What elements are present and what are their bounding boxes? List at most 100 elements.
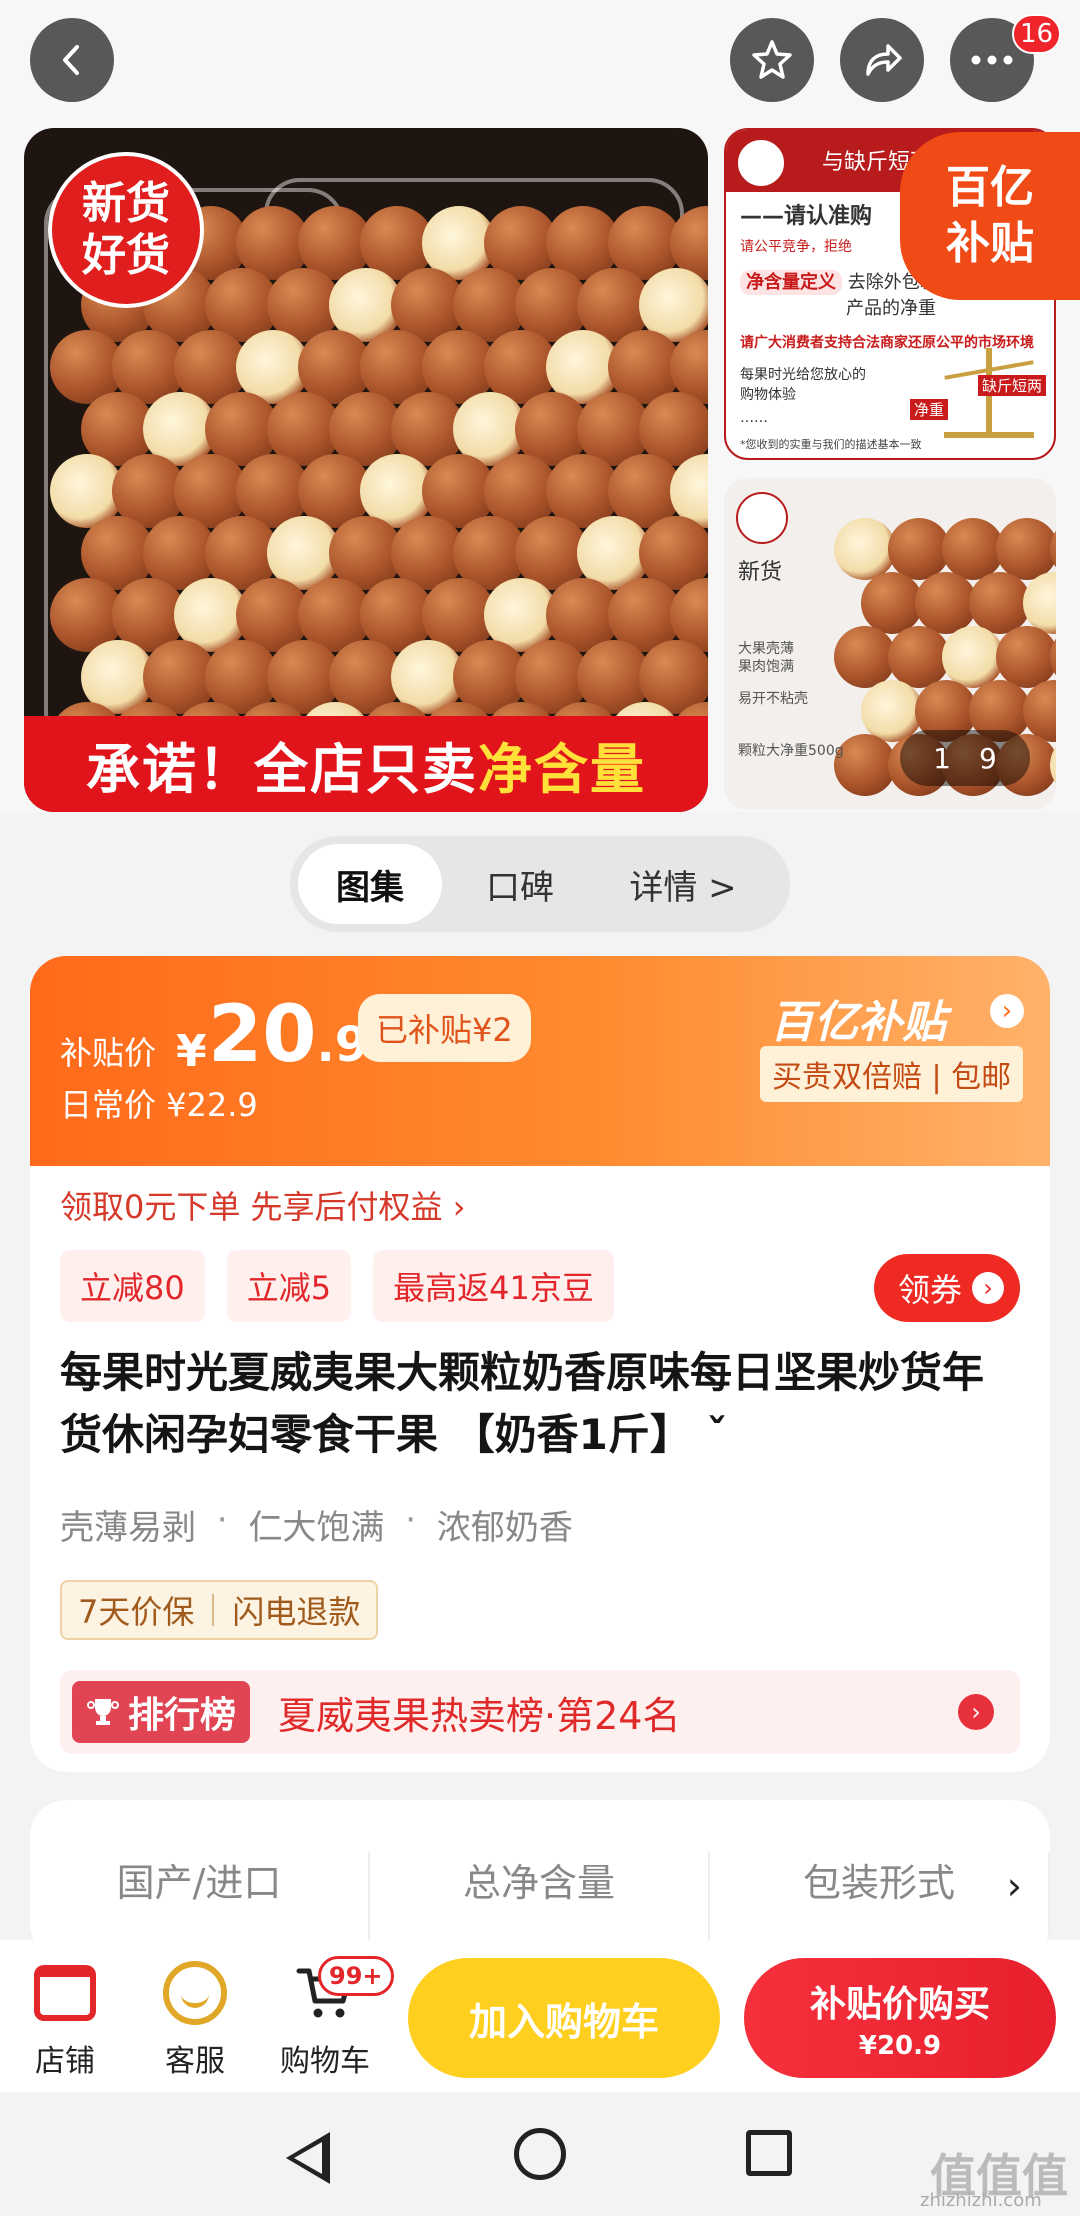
nav-back-icon[interactable]	[286, 2132, 330, 2184]
image-counter: 1 9	[900, 730, 1030, 786]
ranking-banner[interactable]: 排行榜 夏威夷果热卖榜·第24名 ›	[60, 1670, 1020, 1754]
promise-prefix: 承诺！全店只卖	[86, 737, 478, 801]
daily-price: 日常价 ¥22.9	[60, 1086, 258, 1124]
pay-later-link[interactable]: 领取0元下单 先享后付权益 ›	[60, 1182, 466, 1228]
promise-highlight: 净含量	[478, 737, 646, 801]
trophy-icon	[87, 1699, 119, 1725]
cart-count-badge: 99+	[318, 1956, 394, 1996]
macadamia-nut	[1050, 518, 1056, 580]
thumb2-note-1: 大果壳薄	[738, 641, 794, 657]
ranking-text: 夏威夷果热卖榜·第24名	[278, 1693, 681, 1738]
macadamia-nut	[1050, 734, 1056, 796]
scale-label-left: 净重	[910, 399, 949, 420]
tab-details[interactable]: 详情 >	[598, 844, 768, 924]
separator-dot: ·	[394, 1500, 427, 1540]
price-integer: 20	[208, 990, 317, 1080]
message-count-badge: 16	[1012, 14, 1062, 54]
macadamia-nut	[1023, 680, 1056, 742]
macadamia-nut	[996, 626, 1056, 688]
ranking-badge: 排行榜	[72, 1681, 251, 1743]
separator-dot: ·	[206, 1500, 239, 1540]
macadamia-nut	[996, 518, 1056, 580]
thumb2-note-3: 易开不粘壳	[738, 691, 808, 707]
thumb-footnote: *您收到的实重与我们的描述基本一致	[740, 438, 922, 451]
coupon-list: 立减80 立减5 最高返41京豆	[60, 1250, 614, 1322]
macadamia-nut	[1050, 626, 1056, 688]
cart-label: 购物车	[280, 2044, 370, 2079]
macadamia-nut	[834, 626, 896, 688]
coupon-item[interactable]: 立减80	[60, 1250, 205, 1322]
back-button[interactable]	[30, 18, 114, 102]
macadamia-nut	[942, 518, 1004, 580]
bottom-action-bar: 店铺 客服 购物车 99+ 加入购物车 补贴价购买 ¥20.9	[0, 1940, 1080, 2092]
get-coupon-button[interactable]: 领券 ›	[873, 1254, 1020, 1322]
content-tabs: 图集 口碑 详情 >	[290, 836, 790, 932]
macadamia-nut	[861, 572, 923, 634]
star-icon	[752, 40, 792, 79]
store-icon	[34, 1965, 96, 2021]
macadamia-nut	[969, 572, 1031, 634]
product-title[interactable]: 每果时光夏威夷果大颗粒奶香原味每日坚果炒货年货休闲孕妇零食干果 【奶香1斤】 ˇ	[60, 1342, 1020, 1466]
product-info-card: 补贴价 ¥ 20.9 已补贴¥2 日常价 ¥22.9 百亿补贴 › 买贵双倍赔 …	[30, 956, 1050, 1772]
feature-item: 仁大饱满	[248, 1508, 385, 1548]
feature-item: 浓郁奶香	[436, 1508, 573, 1548]
store-label: 店铺	[35, 2044, 95, 2079]
billion-subsidy-tag: 百亿 补贴	[900, 132, 1080, 300]
ranking-badge-label: 排行榜	[128, 1695, 237, 1736]
spec-card[interactable]: 国产/进口 总净含量 包装形式 ›	[30, 1800, 1050, 1960]
thumb2-note-4: 颗粒大净重500g	[738, 743, 844, 759]
nav-home-icon[interactable]	[514, 2128, 566, 2180]
subsidy-price: 20.9	[208, 990, 368, 1080]
scale-label-right: 缺斤短两	[977, 375, 1046, 396]
watermark-url: zhizhizhi.com	[920, 2190, 1042, 2211]
brand-logo	[736, 138, 786, 188]
counter-total: 9	[979, 741, 997, 775]
get-coupon-label: 领券	[897, 1271, 962, 1309]
macadamia-nut	[942, 626, 1004, 688]
guarantee-item: 闪电退款	[232, 1593, 361, 1631]
tab-reviews[interactable]: 口碑	[442, 844, 598, 924]
thumb2-note-2: 果肉饱满	[738, 659, 794, 675]
chevron-right-icon[interactable]: ›	[1007, 1864, 1022, 1908]
feature-list: 壳薄易剥 · 仁大饱满 · 浓郁奶香	[60, 1500, 573, 1549]
service-label: 客服	[165, 2044, 225, 2079]
coupon-item[interactable]: 立减5	[226, 1250, 352, 1322]
subsidy-price-label: 补贴价	[60, 1034, 157, 1072]
macadamia-nut	[1023, 572, 1056, 634]
store-button[interactable]: 店铺	[10, 1958, 120, 2080]
system-navigation-bar	[0, 2092, 1080, 2216]
badge-line-2: 好货	[82, 230, 170, 281]
buy-price: ¥20.9	[858, 2031, 942, 2061]
spec-item-origin: 国产/进口	[30, 1852, 370, 1942]
main-product-image[interactable]: 新货 好货 承诺！全店只卖 净含量	[24, 128, 708, 812]
service-guarantees[interactable]: 7天价保 闪电退款	[60, 1580, 379, 1640]
macadamia-nut	[834, 518, 896, 580]
brand-logo	[736, 492, 788, 544]
thumb-def-tag: 净含量定义	[740, 270, 842, 295]
share-arrow-icon	[866, 44, 902, 76]
customer-service-button[interactable]: 客服	[140, 1958, 250, 2080]
chevron-right-icon[interactable]: ›	[990, 994, 1024, 1028]
feature-item: 壳薄易剥	[60, 1508, 196, 1548]
subsidized-amount-badge: 已补贴¥2	[358, 994, 531, 1062]
image-gallery[interactable]: 新货 好货 承诺！全店只卖 净含量 与缺斤短两 ——请认准购 请公平竞争，拒绝 …	[0, 0, 1080, 812]
chevron-right-icon: ›	[958, 1694, 994, 1730]
guarantee-item: 7天价保	[78, 1593, 195, 1631]
more-dots-icon	[971, 55, 1013, 65]
divider	[212, 1594, 215, 1626]
spec-item-packaging: 包装形式	[710, 1852, 1050, 1942]
billion-subsidy-program[interactable]: 百亿补贴	[770, 986, 946, 1050]
buy-label: 补贴价购买	[809, 1984, 990, 2025]
price-band: 补贴价 ¥ 20.9 已补贴¥2 日常价 ¥22.9 百亿补贴 › 买贵双倍赔 …	[30, 956, 1050, 1166]
subsidy-line-1: 百亿	[946, 162, 1034, 213]
buy-now-button[interactable]: 补贴价购买 ¥20.9	[744, 1958, 1056, 2078]
new-goods-badge: 新货 好货	[48, 152, 204, 308]
nav-recent-apps-icon[interactable]	[746, 2130, 792, 2176]
currency-symbol: ¥	[176, 1026, 207, 1077]
tab-gallery[interactable]: 图集	[298, 844, 442, 924]
coupon-item[interactable]: 最高返41京豆	[373, 1250, 614, 1322]
add-to-cart-button[interactable]: 加入购物车	[408, 1958, 720, 2078]
favorite-button[interactable]	[730, 18, 814, 102]
chevron-right-icon: ›	[972, 1272, 1004, 1304]
share-button[interactable]	[840, 18, 924, 102]
